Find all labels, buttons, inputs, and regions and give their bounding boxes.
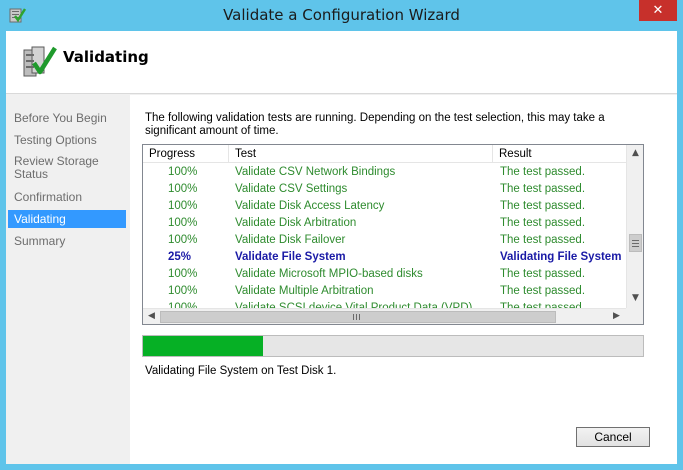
row-test: Validate Microsoft MPIO-based disks xyxy=(235,268,423,280)
table-row[interactable]: 100% Validate Multiple Arbitration The t… xyxy=(143,283,626,300)
progress-fill xyxy=(143,336,263,356)
table-row[interactable]: 100% Validate Disk Access Latency The te… xyxy=(143,198,626,215)
row-test: Validate Multiple Arbitration xyxy=(235,285,374,297)
scroll-up-icon[interactable]: ▲ xyxy=(628,146,643,161)
table-row[interactable]: 100% Validate Microsoft MPIO-based disks… xyxy=(143,266,626,283)
title-bar[interactable]: Validate a Configuration Wizard ✕ xyxy=(0,0,683,31)
row-progress: 100% xyxy=(168,166,198,178)
result-rows: 100% Validate CSV Network Bindings The t… xyxy=(143,163,626,309)
row-test: Validate Disk Access Latency xyxy=(235,200,385,212)
row-result: The test passed. xyxy=(500,268,586,280)
validation-progress-bar xyxy=(142,335,644,357)
wizard-window: Validate a Configuration Wizard ✕ Valida… xyxy=(0,0,683,470)
description-text: The following validation tests are runni… xyxy=(145,112,605,137)
table-row[interactable]: 100% Validate Disk Arbitration The test … xyxy=(143,215,626,232)
window-title: Validate a Configuration Wizard xyxy=(223,6,460,24)
results-list[interactable]: Progress Test Result 100% Validate CSV N… xyxy=(142,144,644,325)
column-result[interactable]: Result xyxy=(493,145,626,163)
grip-line xyxy=(356,314,357,320)
wizard-client-area: Validating Before You Begin Testing Opti… xyxy=(6,31,677,464)
step-review-storage-status[interactable]: Review Storage Status xyxy=(8,155,108,181)
row-test: Validate Disk Arbitration xyxy=(235,217,357,229)
close-icon: ✕ xyxy=(652,3,664,18)
row-progress: 100% xyxy=(168,217,198,229)
main-content: The following validation tests are runni… xyxy=(130,95,677,464)
row-progress: 25% xyxy=(168,251,192,263)
row-result: The test passed. xyxy=(500,200,586,212)
scroll-down-icon[interactable]: ▼ xyxy=(628,291,643,306)
grip-line xyxy=(632,243,639,244)
row-test: Validate CSV Network Bindings xyxy=(235,166,396,178)
table-row-current[interactable]: 25% Validate File System Validating File… xyxy=(143,249,626,266)
row-progress: 100% xyxy=(168,234,198,246)
step-validating[interactable]: Validating xyxy=(8,210,126,228)
horizontal-scroll-thumb[interactable] xyxy=(160,311,556,323)
page-header: Validating xyxy=(6,31,677,94)
vertical-scroll-thumb[interactable] xyxy=(629,234,642,252)
row-result: The test passed. xyxy=(500,285,586,297)
table-row[interactable]: 100% Validate CSV Settings The test pass… xyxy=(143,181,626,198)
row-progress: 100% xyxy=(168,268,198,280)
grip-line xyxy=(632,240,639,241)
grip-line xyxy=(632,246,639,247)
step-confirmation[interactable]: Confirmation xyxy=(8,191,126,204)
table-row[interactable]: 100% Validate CSV Network Bindings The t… xyxy=(143,164,626,181)
scrollbar-corner xyxy=(626,308,643,324)
grip-line xyxy=(353,314,354,320)
vertical-scrollbar[interactable]: ▲ ▼ xyxy=(626,145,643,308)
column-progress[interactable]: Progress xyxy=(143,145,229,163)
row-test: Validate File System xyxy=(235,251,346,263)
status-text: Validating File System on Test Disk 1. xyxy=(145,365,337,377)
row-result: The test passed. xyxy=(500,166,586,178)
validation-checklist-icon xyxy=(23,46,57,77)
step-testing-options[interactable]: Testing Options xyxy=(8,134,126,147)
step-before-you-begin[interactable]: Before You Begin xyxy=(8,112,126,125)
row-progress: 100% xyxy=(168,183,198,195)
row-result: Validating File System xyxy=(500,251,622,263)
column-test[interactable]: Test xyxy=(229,145,493,163)
horizontal-scrollbar[interactable]: ◀ ▶ xyxy=(143,308,626,324)
table-row[interactable]: 100% Validate Disk Failover The test pas… xyxy=(143,232,626,249)
close-button[interactable]: ✕ xyxy=(639,0,677,21)
row-test: Validate CSV Settings xyxy=(235,183,348,195)
wizard-steps: Before You Begin Testing Options Review … xyxy=(6,95,128,464)
cancel-button[interactable]: Cancel xyxy=(576,427,650,447)
row-result: The test passed. xyxy=(500,183,586,195)
row-progress: 100% xyxy=(168,285,198,297)
row-progress: 100% xyxy=(168,200,198,212)
row-result: The test passed. xyxy=(500,234,586,246)
scroll-left-icon[interactable]: ◀ xyxy=(144,309,159,324)
grip-line xyxy=(359,314,360,320)
step-summary[interactable]: Summary xyxy=(8,235,126,248)
row-test: Validate Disk Failover xyxy=(235,234,346,246)
row-result: The test passed. xyxy=(500,217,586,229)
page-title: Validating xyxy=(63,48,149,66)
column-header: Progress Test Result xyxy=(143,145,626,163)
scroll-right-icon[interactable]: ▶ xyxy=(609,309,624,324)
